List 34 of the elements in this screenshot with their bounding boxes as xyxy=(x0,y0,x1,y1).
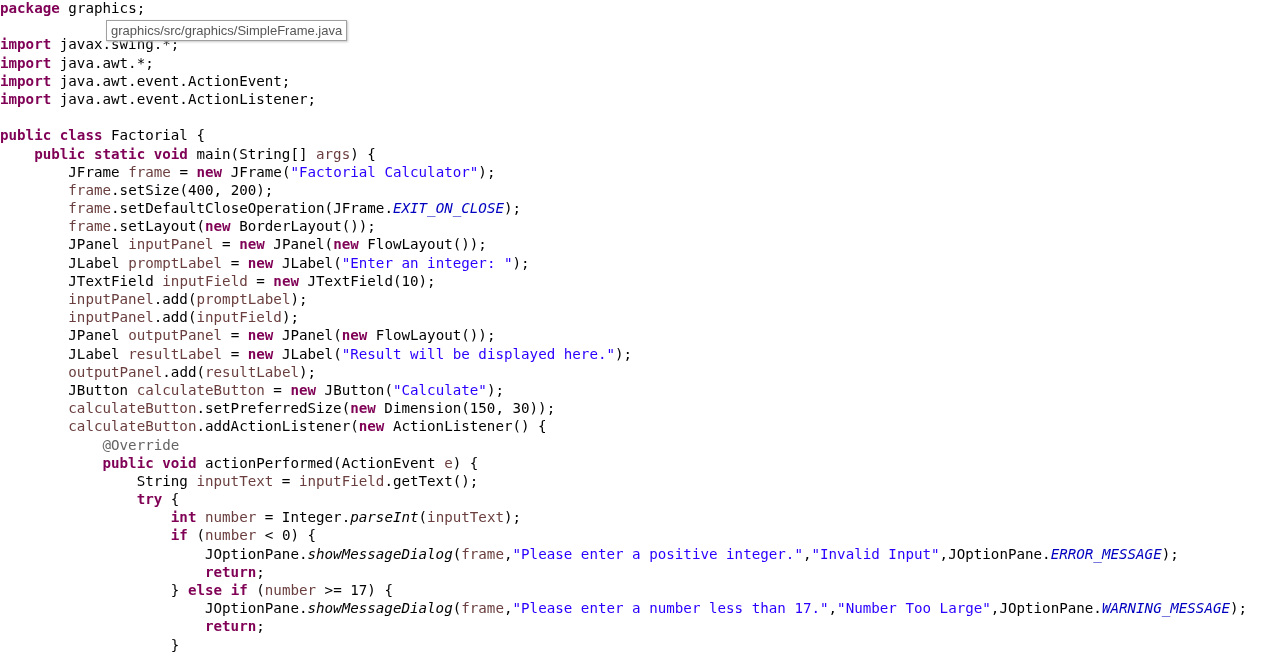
code-line: public void actionPerformed(ActionEvent e) { xyxy=(102,454,479,471)
code-line: JOptionPane.showMessageDialog(frame,"Please enter a positive integer.","Invalid Input",JOptionPane.ERROR_MESSAGE); xyxy=(205,545,1179,562)
code-line: } xyxy=(170,636,180,653)
code-line: JButton calculateButton = new JButton("Calculate"); xyxy=(68,381,504,398)
code-line: import java.awt.event.ActionListener; xyxy=(0,90,317,107)
code-line: if (number < 0) { xyxy=(170,527,317,544)
code-line: JLabel promptLabel = new JLabel("Enter an integer: "); xyxy=(68,254,530,271)
code-line: frame.setLayout(new BorderLayout()); xyxy=(68,218,376,235)
code-line: inputPanel.add(promptLabel); xyxy=(68,291,308,307)
code-line: public class Factorial { xyxy=(0,127,205,144)
code-line: import java.awt.event.ActionEvent; xyxy=(0,72,291,89)
code-line: @Override xyxy=(102,436,180,453)
code-line: return; xyxy=(205,563,265,580)
code-line: JPanel inputPanel = new JPanel(new FlowLayout()); xyxy=(68,236,487,253)
code-line: JLabel resultLabel = new JLabel("Result will be displayed here."); xyxy=(68,345,633,362)
code-line: import java.awt.*; xyxy=(0,54,154,71)
code-line: } else if (number >= 17) { xyxy=(170,582,393,598)
code-line: try { xyxy=(136,491,180,508)
code-line: frame.setDefaultCloseOperation(JFrame.EXIT_ON_CLOSE); xyxy=(68,200,522,217)
file-path-tooltip: graphics/src/graphics/SimpleFrame.java xyxy=(106,20,348,41)
code-line: outputPanel.add(resultLabel); xyxy=(68,363,317,380)
code-line: package graphics; xyxy=(0,0,146,16)
code-line: calculateButton.addActionListener(new ActionListener() { xyxy=(68,418,547,435)
code-line: frame.setSize(400, 200); xyxy=(68,181,274,198)
code-line: String inputText = inputField.getText(); xyxy=(136,472,479,489)
code-line: int number = Integer.parseInt(inputText); xyxy=(170,509,522,526)
code-line: JOptionPane.showMessageDialog(frame,"Please enter a number less than 17.","Number Too Large",JOptionPane.WARNING_MESSAGE); xyxy=(205,600,1248,617)
code-line: public static void main(String[] args) { xyxy=(34,145,376,162)
code-line: JFrame frame = new JFrame("Factorial Calculator"); xyxy=(68,163,496,180)
code-line: JPanel outputPanel = new JPanel(new FlowLayout()); xyxy=(68,327,496,344)
code-line: inputPanel.add(inputField); xyxy=(68,309,299,326)
code-line: return; xyxy=(205,618,265,635)
code-line: calculateButton.setPreferredSize(new Dimension(150, 30)); xyxy=(68,400,556,417)
code-line: JTextField inputField = new JTextField(10); xyxy=(68,272,436,289)
